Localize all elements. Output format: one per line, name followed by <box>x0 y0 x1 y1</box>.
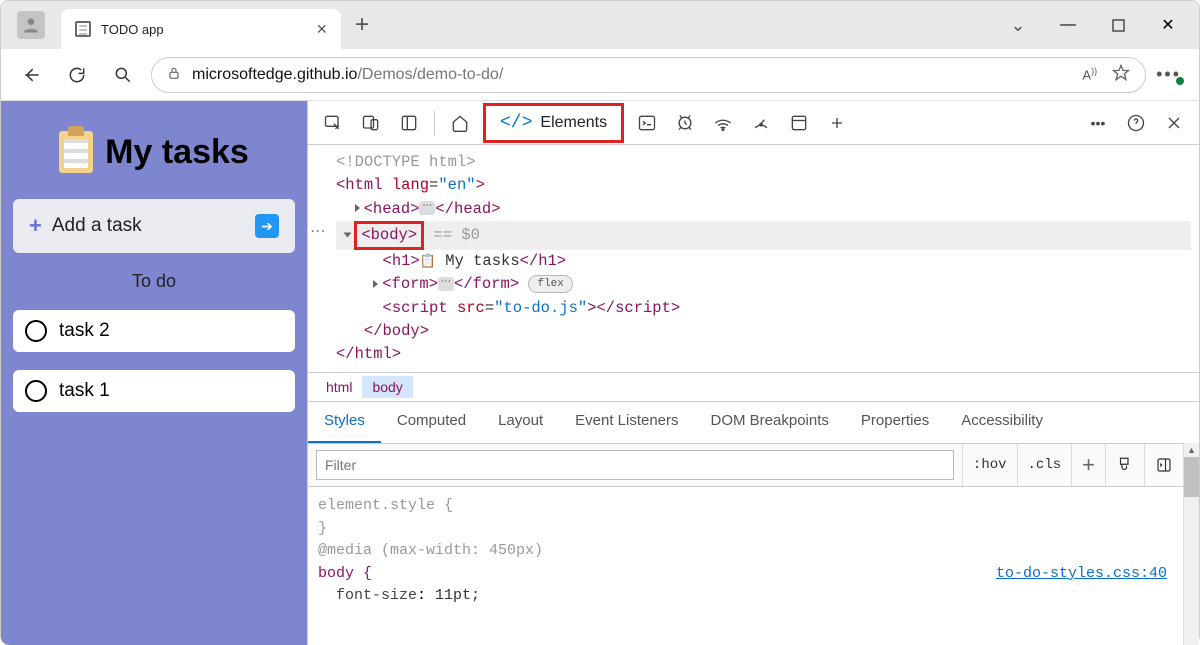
devtools-more-icon[interactable]: ••• <box>1079 106 1117 140</box>
hov-toggle[interactable]: :hov <box>962 444 1017 486</box>
subtab-layout[interactable]: Layout <box>482 402 559 443</box>
task-name: task 2 <box>59 320 110 342</box>
tab-actions-chevron-icon[interactable]: ⌄ <box>995 9 1041 41</box>
nav-back-button[interactable] <box>13 57 49 93</box>
todo-app-panel: My tasks + Add a task ➔ To do task 2 tas… <box>1 101 307 645</box>
performance-tab-icon[interactable] <box>742 106 780 140</box>
dom-breadcrumbs[interactable]: htmlbody <box>308 372 1199 401</box>
submit-arrow-icon[interactable]: ➔ <box>255 214 279 238</box>
cls-toggle[interactable]: .cls <box>1017 444 1072 486</box>
code-brackets-icon: </> <box>500 113 532 133</box>
task-checkbox[interactable] <box>25 320 47 342</box>
dom-tree[interactable]: <!DOCTYPE html> <html lang="en"> <head>⋯… <box>308 145 1199 372</box>
tab-close-icon[interactable]: × <box>316 19 327 40</box>
paintbrush-icon[interactable] <box>1105 444 1144 486</box>
todo-section-label: To do <box>13 271 295 292</box>
subtab-properties[interactable]: Properties <box>845 402 945 443</box>
tab-favicon <box>75 21 91 37</box>
browser-titlebar: TODO app × + ⌄ — ✕ <box>1 1 1199 49</box>
css-source-link[interactable]: to-do-styles.css:40 <box>996 563 1167 586</box>
device-emulation-icon[interactable] <box>352 106 390 140</box>
plus-icon: + <box>29 213 42 239</box>
new-rule-button[interactable]: + <box>1071 444 1105 486</box>
css-rules-view[interactable]: element.style { } @media (max-width: 450… <box>308 487 1183 616</box>
welcome-tab-icon[interactable] <box>441 106 479 140</box>
styles-filter-input[interactable] <box>316 450 954 480</box>
nav-search-button[interactable] <box>105 57 141 93</box>
sources-tab-icon[interactable] <box>666 106 704 140</box>
dom-selected-body[interactable]: ⋯ <body> == $0 <box>336 221 1191 250</box>
task-name: task 1 <box>59 380 110 402</box>
computed-sidebar-icon[interactable] <box>1144 444 1183 486</box>
profile-avatar[interactable] <box>17 11 45 39</box>
add-task-placeholder: Add a task <box>52 215 245 237</box>
styles-subtabs: Styles Computed Layout Event Listeners D… <box>308 401 1199 443</box>
address-bar-row: microsoftedge.github.io/Demos/demo-to-do… <box>1 49 1199 101</box>
memory-tab-icon[interactable] <box>780 106 818 140</box>
tab-title: TODO app <box>101 22 306 37</box>
styles-toolbar: :hov .cls + <box>308 443 1183 487</box>
add-task-input[interactable]: + Add a task ➔ <box>13 199 295 253</box>
subtab-accessibility[interactable]: Accessibility <box>945 402 1059 443</box>
window-maximize[interactable] <box>1095 9 1141 41</box>
styles-scrollbar[interactable]: ▲ <box>1183 443 1199 645</box>
devtools-help-icon[interactable] <box>1117 106 1155 140</box>
devtools-panel: </> Elements ••• <!DOCTYPE html> <html l… <box>307 101 1199 645</box>
new-tab-button[interactable]: + <box>355 11 369 39</box>
app-title: My tasks <box>13 131 295 173</box>
browser-tab[interactable]: TODO app × <box>61 9 341 49</box>
site-lock-icon[interactable] <box>166 65 182 84</box>
app-title-text: My tasks <box>105 133 249 172</box>
read-aloud-icon[interactable]: A)) <box>1082 66 1097 82</box>
devtools-toolbar: </> Elements ••• <box>308 101 1199 145</box>
subtab-computed[interactable]: Computed <box>381 402 482 443</box>
network-tab-icon[interactable] <box>704 106 742 140</box>
crumb-html[interactable]: html <box>316 376 362 398</box>
subtab-eventlisteners[interactable]: Event Listeners <box>559 402 694 443</box>
browser-menu-button[interactable]: ••• <box>1156 64 1181 85</box>
subtab-dombreakpoints[interactable]: DOM Breakpoints <box>695 402 845 443</box>
elements-tab-label: Elements <box>540 114 607 132</box>
window-close[interactable]: ✕ <box>1145 9 1191 41</box>
more-tabs-icon[interactable] <box>818 106 856 140</box>
nav-refresh-button[interactable] <box>59 57 95 93</box>
elements-tab[interactable]: </> Elements <box>483 103 624 143</box>
window-controls: ⌄ — ✕ <box>995 9 1191 41</box>
window-minimize[interactable]: — <box>1045 9 1091 41</box>
subtab-styles[interactable]: Styles <box>308 402 381 443</box>
console-tab-icon[interactable] <box>628 106 666 140</box>
url-text: microsoftedge.github.io/Demos/demo-to-do… <box>192 66 503 84</box>
devtools-close-icon[interactable] <box>1155 106 1193 140</box>
task-item[interactable]: task 1 <box>13 370 295 412</box>
crumb-body[interactable]: body <box>362 376 412 398</box>
task-item[interactable]: task 2 <box>13 310 295 352</box>
clipboard-icon <box>59 131 93 173</box>
task-checkbox[interactable] <box>25 380 47 402</box>
activity-bar-icon[interactable] <box>390 106 428 140</box>
address-bar[interactable]: microsoftedge.github.io/Demos/demo-to-do… <box>151 57 1146 93</box>
favorite-star-icon[interactable] <box>1111 63 1131 86</box>
inspect-element-icon[interactable] <box>314 106 352 140</box>
